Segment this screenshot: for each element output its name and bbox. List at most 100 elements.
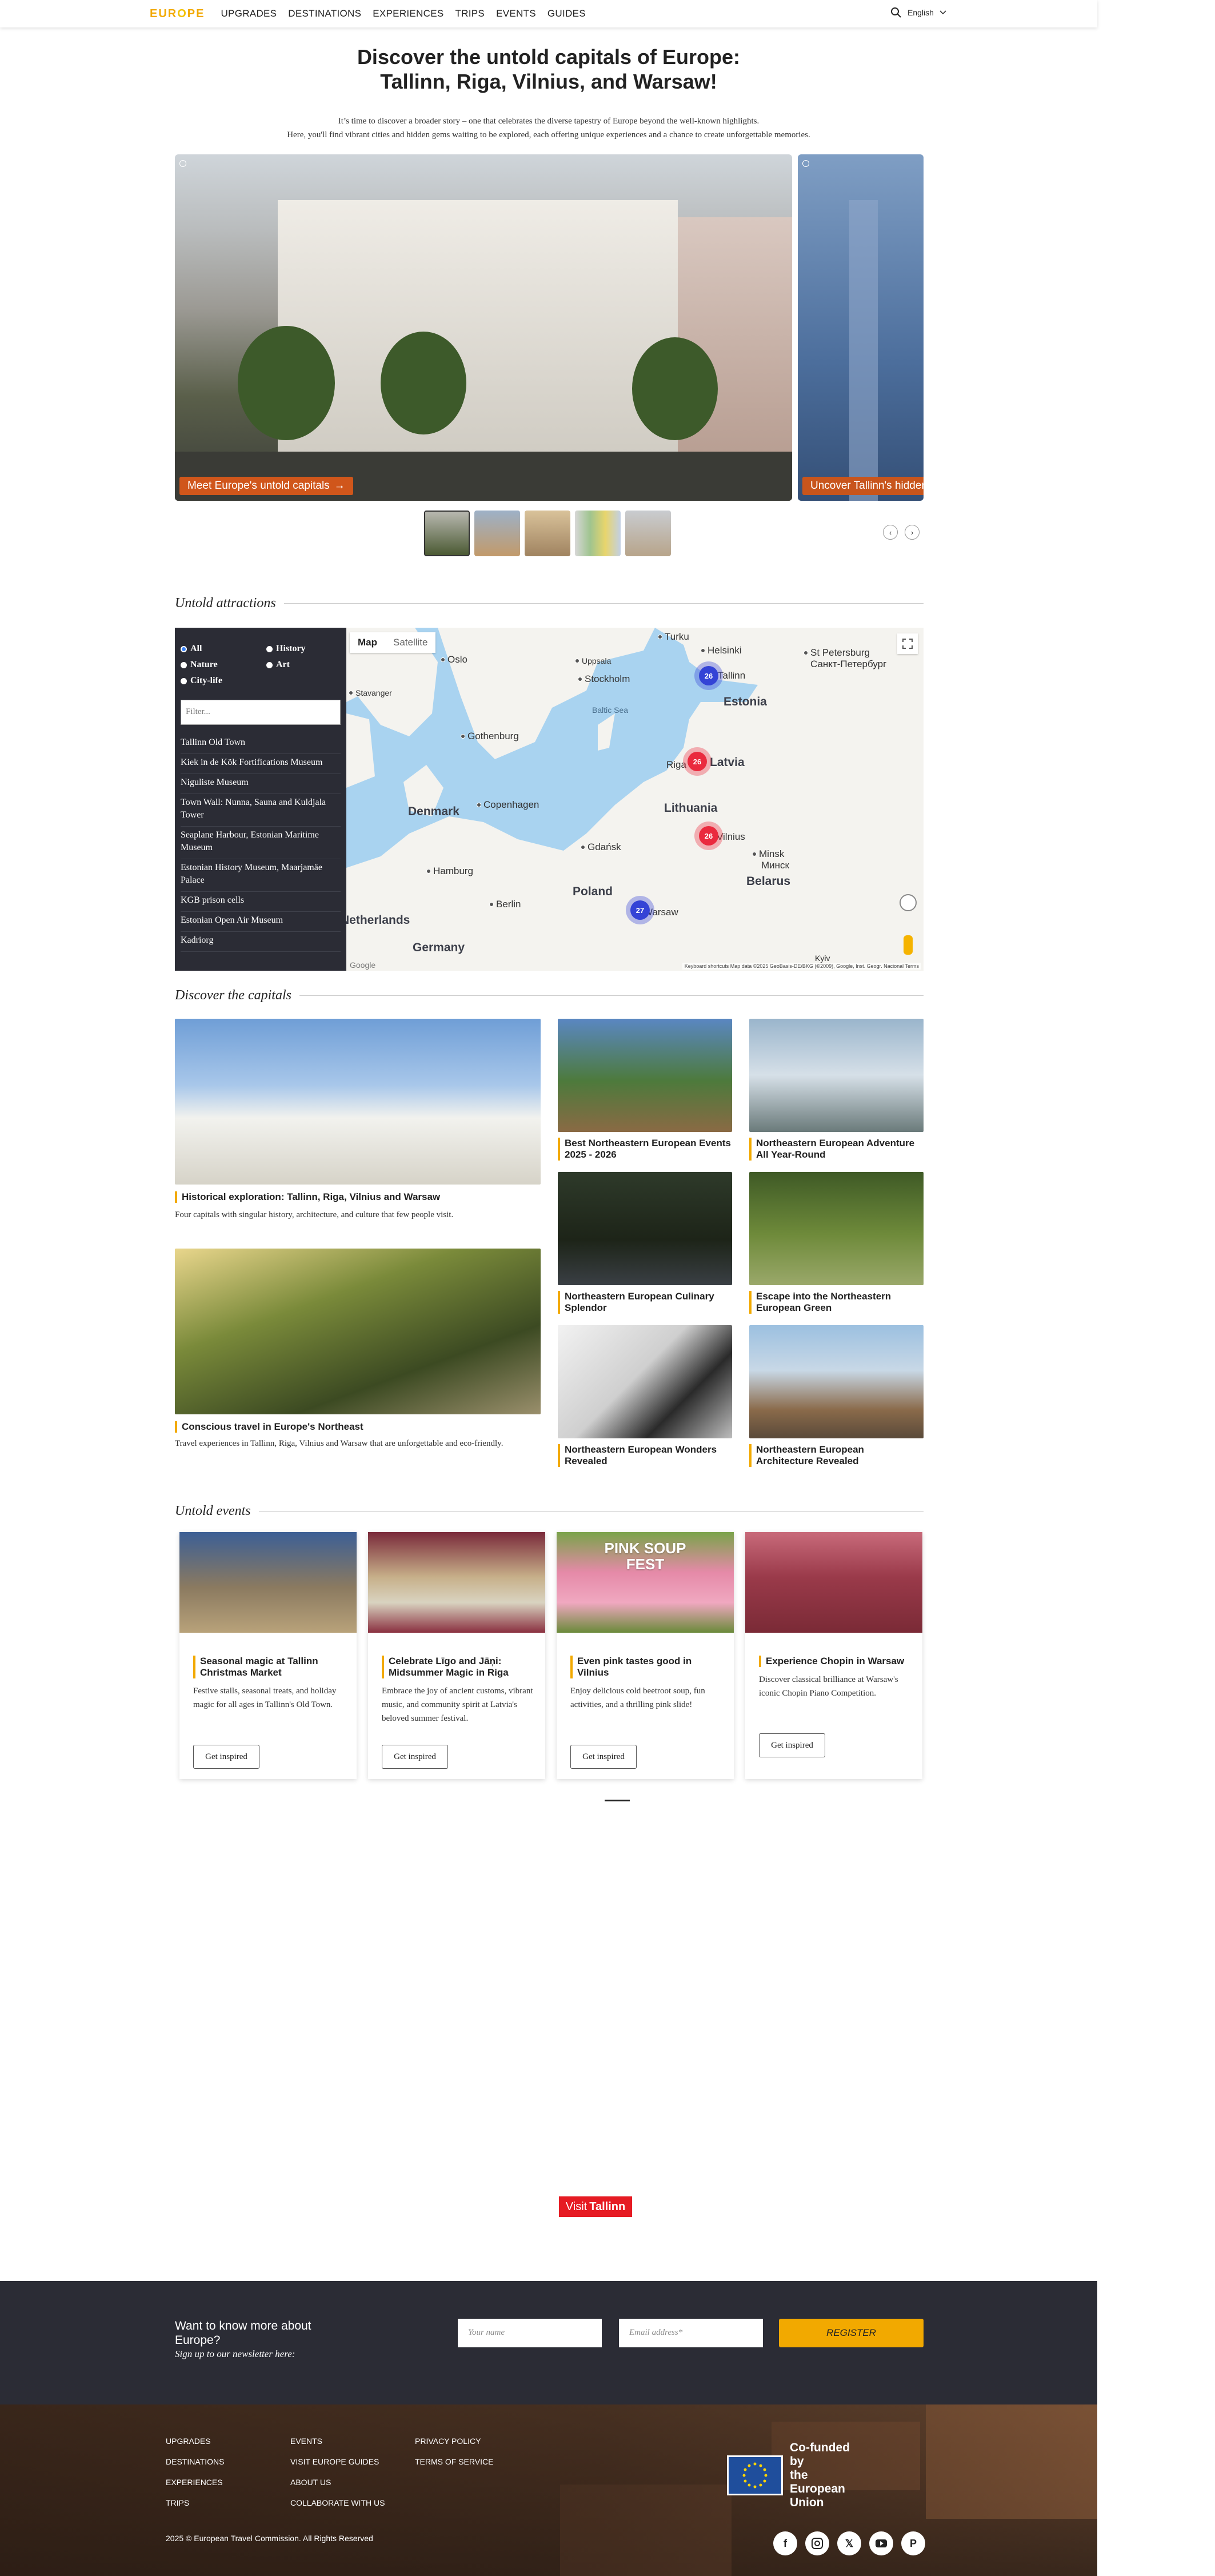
carousel-pager[interactable] [605,1800,630,1801]
get-inspired-button[interactable]: Get inspired [193,1745,259,1769]
instagram-icon[interactable] [805,2531,829,2555]
footer-link[interactable]: TERMS OF SERVICE [415,2451,493,2472]
event-card[interactable]: Seasonal magic at Tallinn Christmas Mark… [179,1532,357,1779]
footer-link[interactable]: DESTINATIONS [166,2451,224,2472]
x-icon[interactable]: 𝕏 [837,2531,861,2555]
nav-destinations[interactable]: DESTINATIONS [288,8,361,19]
footer-link[interactable]: COLLABORATE WITH US [290,2493,385,2513]
thumbnail[interactable] [575,511,621,556]
filter-art[interactable]: Art [266,660,341,670]
previous-arrow-icon[interactable]: ‹ [883,525,898,540]
filter-input[interactable]: Filter... [181,700,341,725]
event-title[interactable]: Seasonal magic at Tallinn Christmas Mark… [193,1656,347,1678]
email-field[interactable]: Email address* [619,2319,763,2347]
capital-tile-title[interactable]: Northeastern European Culinary Splendor [558,1291,732,1314]
youtube-icon[interactable] [869,2531,893,2555]
capital-tile-image[interactable] [749,1019,924,1132]
event-title[interactable]: Celebrate Līgo and Jāņi: Midsummer Magic… [382,1656,536,1678]
footer-link[interactable]: ABOUT US [290,2472,385,2493]
footer-link[interactable]: UPGRADES [166,2431,224,2451]
footer-link[interactable]: VISIT EUROPE GUIDES [290,2451,385,2472]
capital-feature-image[interactable] [175,1249,541,1414]
thumbnail[interactable] [474,511,520,556]
slide-cta-button[interactable]: Uncover Tallinn's hidden gems [802,477,924,495]
nav-guides[interactable]: GUIDES [547,8,586,19]
info-icon[interactable] [179,160,186,167]
capital-tile-title[interactable]: Northeastern European Architecture Revea… [749,1444,924,1467]
list-item[interactable]: Town Wall: Nunna, Sauna and Kuldjala Tow… [181,794,341,827]
capital-tile-image[interactable] [749,1172,924,1285]
fullscreen-icon[interactable] [897,633,918,654]
radio-icon[interactable] [266,661,273,668]
europe-logo[interactable]: EUROPE [150,7,205,21]
capital-feature-title[interactable]: Conscious travel in Europe's Northeast [175,1421,541,1433]
event-title[interactable]: Even pink tastes good in Vilnius [570,1656,725,1678]
info-icon[interactable] [802,160,809,167]
list-item[interactable]: Kiek in de Kök Fortifications Museum [181,754,341,774]
capital-tile-title[interactable]: Escape into the Northeastern European Gr… [749,1291,924,1314]
list-item[interactable]: Kadriorg [181,932,341,952]
visit-tallinn-logo[interactable]: Visit Tallinn [559,2196,632,2217]
tab-satellite[interactable]: Satellite [385,632,435,653]
event-title[interactable]: Experience Chopin in Warsaw [759,1656,913,1667]
name-field[interactable]: Your name [458,2319,602,2347]
register-button[interactable]: REGISTER [779,2319,924,2347]
footer-link[interactable]: EXPERIENCES [166,2472,224,2493]
event-card[interactable]: Celebrate Līgo and Jāņi: Midsummer Magic… [368,1532,545,1779]
locate-icon[interactable] [900,894,917,911]
get-inspired-button[interactable]: Get inspired [759,1733,825,1757]
event-card[interactable]: Experience Chopin in Warsaw Discover cla… [745,1532,922,1779]
thumbnail[interactable] [525,511,570,556]
filter-history[interactable]: History [266,644,341,654]
street-view-pegman-icon[interactable] [904,935,913,955]
map-canvas[interactable]: Map Satellite Turku Helsinki St Petersbu… [346,628,924,971]
tab-map[interactable]: Map [350,632,385,653]
radio-icon[interactable] [266,645,273,652]
capital-tile-image[interactable] [558,1172,732,1285]
capital-tile-title[interactable]: Northeastern European Adventure All Year… [749,1138,924,1161]
list-item[interactable]: Estonian Open Air Museum [181,912,341,932]
nav-upgrades[interactable]: UPGRADES [221,8,277,19]
next-arrow-icon[interactable]: › [905,525,920,540]
get-inspired-button[interactable]: Get inspired [570,1745,637,1769]
capital-tile-title[interactable]: Best Northeastern European Events 2025 -… [558,1138,732,1161]
nav-trips[interactable]: TRIPS [455,8,485,19]
language-selector[interactable]: English [908,8,934,17]
get-inspired-button[interactable]: Get inspired [382,1745,448,1769]
pinterest-icon[interactable]: P [901,2531,925,2555]
list-item[interactable]: Seaplane Harbour, Estonian Maritime Muse… [181,827,341,859]
hero-slide-riga-building[interactable]: Meet Europe's untold capitals → [175,154,792,501]
event-card[interactable]: PINK SOUP FEST Even pink tastes good in … [557,1532,734,1779]
capital-feature-image[interactable] [175,1019,541,1185]
thumbnail[interactable] [625,511,671,556]
hero-slide-tallinn[interactable]: Uncover Tallinn's hidden gems [798,154,924,501]
footer-link[interactable]: TRIPS [166,2493,224,2513]
list-item[interactable]: Niguliste Museum [181,774,341,794]
nav-experiences[interactable]: EXPERIENCES [373,8,443,19]
facebook-icon[interactable]: f [773,2531,797,2555]
radio-icon[interactable] [181,661,187,668]
list-item[interactable]: KGB prison cells [181,892,341,912]
slide-cta-button[interactable]: Meet Europe's untold capitals → [179,477,353,495]
capital-tile-image[interactable] [558,1019,732,1132]
search-icon[interactable] [890,7,902,18]
map-cluster-marker[interactable]: 26 [699,666,718,685]
filter-city-life[interactable]: City-life [181,676,266,686]
filter-nature[interactable]: Nature [181,660,266,670]
nav-events[interactable]: EVENTS [496,8,536,19]
capital-tile-image[interactable] [558,1325,732,1438]
capital-tile-title[interactable]: Northeastern European Wonders Revealed [558,1444,732,1467]
list-item[interactable]: Tallinn Old Town [181,734,341,754]
map-cluster-marker[interactable]: 26 [688,752,707,771]
capital-feature-title[interactable]: Historical exploration: Tallinn, Riga, V… [175,1191,541,1203]
map-cluster-marker[interactable]: 26 [699,826,718,846]
footer-link[interactable]: EVENTS [290,2431,385,2451]
footer-link[interactable]: PRIVACY POLICY [415,2431,493,2451]
thumbnail[interactable] [424,511,470,556]
chevron-down-icon[interactable] [940,10,946,15]
map-cluster-marker[interactable]: 27 [630,900,650,920]
filter-all[interactable]: All [181,644,266,654]
capital-tile-image[interactable] [749,1325,924,1438]
radio-icon[interactable] [181,677,187,684]
radio-icon[interactable] [181,645,187,652]
